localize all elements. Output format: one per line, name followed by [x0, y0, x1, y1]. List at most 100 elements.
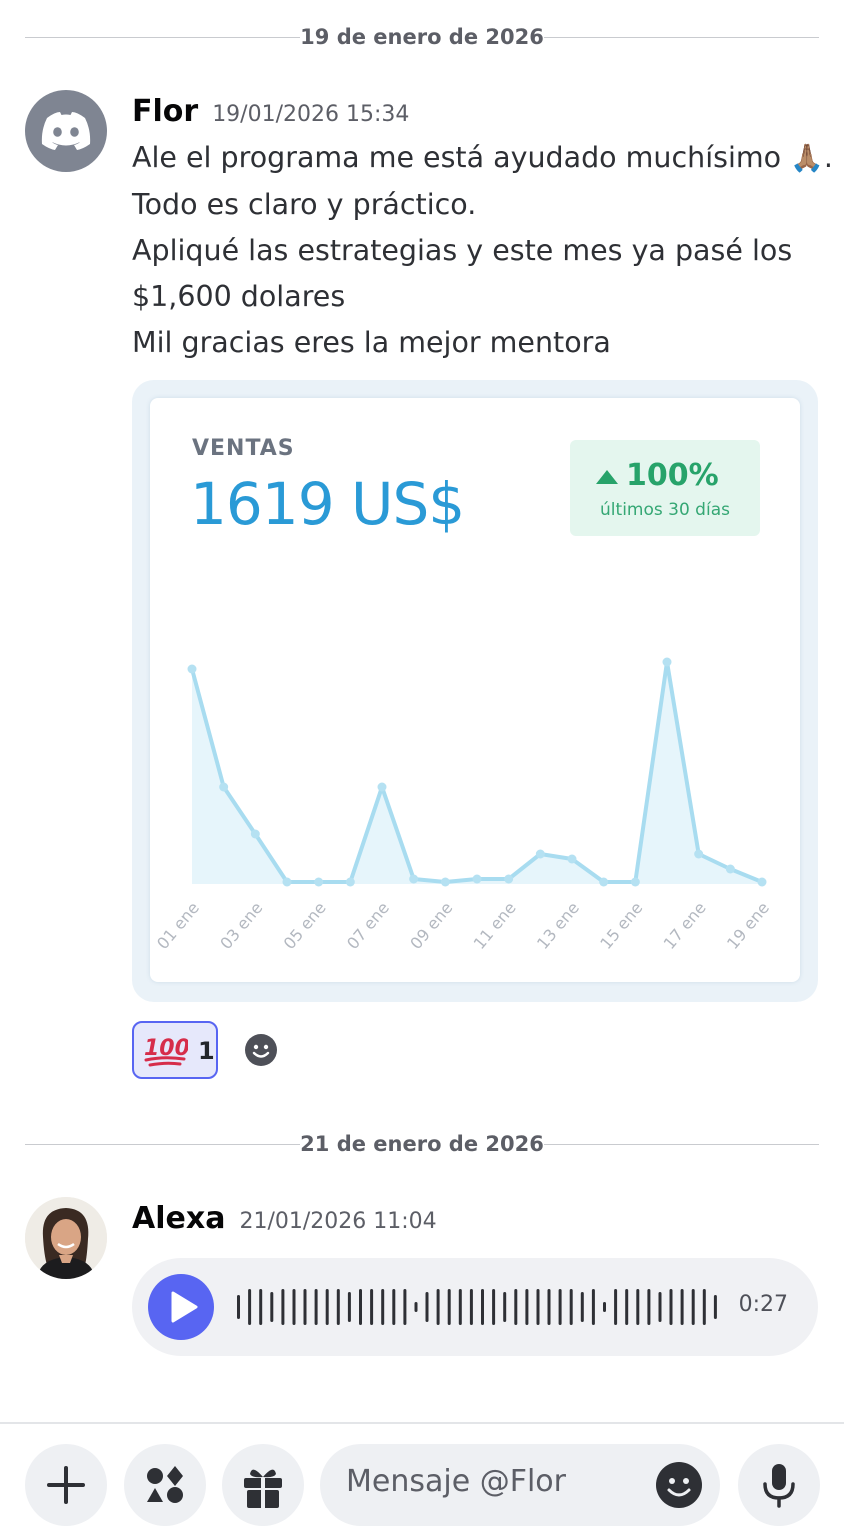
- waveform-bar: [303, 1289, 307, 1325]
- waveform-bar: [237, 1295, 240, 1319]
- voice-record-button[interactable]: [738, 1444, 820, 1526]
- sales-chart: 01 ene 03 ene 05 ene 07 ene 09 ene 11 ene 13 e…: [153, 657, 773, 953]
- discord-logo-icon: [41, 112, 91, 150]
- chart-point: [567, 854, 577, 864]
- message-line: Mil gracias eres la mejor mentora: [132, 326, 611, 359]
- waveform-bar: [525, 1289, 529, 1325]
- message-input[interactable]: Mensaje @Flor: [320, 1444, 720, 1526]
- add-attachment-button[interactable]: [25, 1444, 107, 1526]
- avatar[interactable]: [25, 1197, 107, 1279]
- waveform-bar: [370, 1289, 374, 1325]
- date-divider: 19 de enero de 2026: [25, 25, 819, 49]
- chart-point: [662, 657, 672, 667]
- waveform-bar: [603, 1302, 606, 1312]
- x-tick-label: 15 ene: [596, 898, 646, 953]
- waveform-bar: [514, 1289, 518, 1325]
- divider-line: [544, 1144, 819, 1145]
- waveform-bar: [248, 1289, 252, 1325]
- chart-point: [345, 877, 355, 887]
- waveform-bar: [325, 1289, 329, 1325]
- waveform-bar: [669, 1289, 673, 1325]
- chart-point: [440, 877, 450, 887]
- waveform-bar: [259, 1289, 263, 1325]
- author-name[interactable]: Flor: [132, 94, 198, 129]
- date-divider: 21 de enero de 2026: [25, 1132, 819, 1156]
- x-tick-label: 11 ene: [470, 898, 520, 953]
- x-tick-label: 09 ene: [406, 898, 456, 953]
- chart-point: [409, 874, 419, 884]
- message-line: Ale el programa me está ayudado muchísim…: [132, 141, 833, 174]
- chart-point: [377, 782, 387, 792]
- praying-hands-emoji: 🙏🏽: [790, 143, 824, 174]
- chart-point: [314, 877, 324, 887]
- chart-point: [535, 849, 545, 859]
- waveform-bar: [458, 1289, 462, 1325]
- user-photo-icon: [25, 1197, 107, 1279]
- waveform-bar: [381, 1289, 385, 1325]
- x-tick-label: 17 ene: [660, 898, 710, 953]
- divider-line: [544, 37, 819, 38]
- apps-icon: [147, 1466, 183, 1503]
- sales-card: VENTAS 1619 US$ 100% últimos 30 días 01 …: [150, 398, 800, 982]
- chart-point: [599, 877, 609, 887]
- waveform-bar: [702, 1289, 706, 1325]
- waveform-bar: [447, 1289, 451, 1325]
- message-timestamp: 19/01/2026 15:34: [212, 102, 410, 127]
- waveform-bar: [314, 1289, 318, 1325]
- emoji-picker-icon[interactable]: [654, 1460, 704, 1510]
- play-button[interactable]: [148, 1274, 214, 1340]
- waveform-bar: [492, 1289, 496, 1325]
- message-line: $1,600 dolares: [132, 280, 346, 313]
- waveform-bar: [392, 1289, 396, 1325]
- chart-point: [472, 874, 482, 884]
- x-tick-label: 05 ene: [280, 898, 330, 953]
- waveform-bar: [403, 1289, 407, 1325]
- reaction-100[interactable]: 100 1: [132, 1021, 218, 1079]
- message-timestamp: 21/01/2026 11:04: [239, 1209, 437, 1234]
- chart-point: [250, 829, 260, 839]
- chart-point: [694, 849, 704, 859]
- waveform-bar: [414, 1302, 418, 1312]
- waveform-bar: [614, 1289, 618, 1325]
- waveform-bar: [591, 1289, 595, 1325]
- waveform-bar: [647, 1289, 651, 1325]
- microphone-icon: [763, 1464, 795, 1508]
- waveform-bar: [680, 1289, 684, 1325]
- composer-bar: Mensaje @Flor: [0, 1422, 844, 1526]
- waveform-bar: [536, 1289, 540, 1325]
- chart-area: [192, 662, 762, 884]
- waveform-bar: [281, 1289, 285, 1325]
- waveform-bar: [713, 1295, 717, 1319]
- voice-message: 0:27: [132, 1258, 818, 1356]
- waveform-bar: [636, 1289, 640, 1325]
- avatar[interactable]: [25, 90, 107, 172]
- image-attachment[interactable]: VENTAS 1619 US$ 100% últimos 30 días 01 …: [132, 380, 818, 1002]
- waveform-bar: [481, 1289, 484, 1325]
- message-content: Ale el programa me está ayudado muchísim…: [132, 135, 833, 366]
- reaction-count: 1: [198, 1037, 215, 1065]
- waveform-bar: [359, 1289, 362, 1325]
- waveform-bar: [558, 1289, 562, 1325]
- apps-button[interactable]: [124, 1444, 206, 1526]
- add-reaction-icon[interactable]: [244, 1033, 278, 1067]
- plus-icon: [47, 1466, 85, 1504]
- waveform-bar: [569, 1289, 573, 1325]
- x-tick-label: 01 ene: [153, 898, 203, 953]
- chart-point: [219, 782, 229, 792]
- gift-button[interactable]: [222, 1444, 304, 1526]
- gift-icon: [244, 1469, 282, 1508]
- message-line: Todo es claro y práctico.: [132, 188, 477, 221]
- message-line: Apliqué las estrategias y este mes ya pa…: [132, 234, 793, 267]
- message-header: Flor 19/01/2026 15:34: [132, 94, 409, 129]
- waveform[interactable]: [236, 1286, 726, 1328]
- x-tick-label: 13 ene: [533, 898, 583, 953]
- message-header: Alexa 21/01/2026 11:04: [132, 1201, 437, 1236]
- waveform-bar: [547, 1289, 551, 1325]
- hundred-points-icon: 100: [144, 1036, 188, 1067]
- waveform-bar: [503, 1292, 507, 1322]
- chart-point: [757, 877, 767, 887]
- message-input-placeholder: Mensaje @Flor: [346, 1464, 566, 1499]
- chart-point: [725, 864, 735, 874]
- author-name[interactable]: Alexa: [132, 1201, 225, 1236]
- audio-duration: 0:27: [738, 1292, 788, 1317]
